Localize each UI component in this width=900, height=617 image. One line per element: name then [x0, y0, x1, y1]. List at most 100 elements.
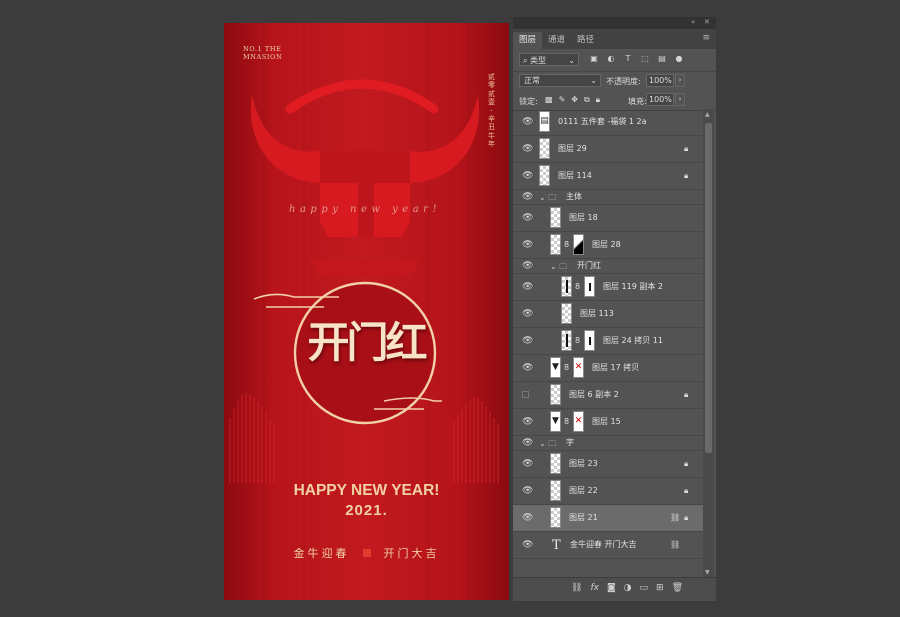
new-group-icon[interactable]: ▭ [640, 583, 649, 593]
layer-name[interactable]: 字 [566, 438, 574, 448]
folder-icon[interactable]: ⌄ 🗀︎ [550, 261, 567, 275]
fx-icon[interactable]: fx [590, 583, 599, 593]
layer-thumbnail[interactable]: ▤ [539, 111, 550, 132]
tab-channels[interactable]: 通道 [542, 32, 571, 49]
layer-thumbnail[interactable] [550, 480, 561, 501]
lock-artboard-icon[interactable]: ⧉ [584, 95, 590, 105]
eye-icon[interactable]: 👁︎ [522, 540, 533, 550]
layer-group-row[interactable]: 👁︎ ⌄ 🗀︎ 主体 [513, 190, 703, 205]
mask-link-icon[interactable]: 8 [564, 417, 569, 426]
layer-name[interactable]: 图层 24 拷贝 11 [603, 336, 663, 346]
layer-group-row[interactable]: 👁︎ ⌄ 🗀︎ 开门红 [513, 259, 703, 274]
layer-thumbnail[interactable] [539, 165, 550, 186]
layer-thumbnail[interactable] [550, 453, 561, 474]
layer-row[interactable]: 👁︎ 图层 18 [513, 205, 703, 232]
eye-icon[interactable]: 👁︎ [522, 261, 533, 271]
layer-thumbnail[interactable]: ▼ [550, 411, 561, 432]
scrollbar-thumb[interactable] [705, 123, 712, 453]
delete-layer-icon[interactable]: 🗑︎ [672, 583, 683, 593]
layer-thumbnail[interactable] [539, 138, 550, 159]
layer-thumbnail[interactable] [561, 330, 572, 351]
layer-thumbnail[interactable] [550, 234, 561, 255]
layer-name[interactable]: 图层 18 [569, 213, 598, 223]
layer-name[interactable]: 图层 119 副本 2 [603, 282, 663, 292]
layer-row[interactable]: 👁︎ ▼ 8 ✕ 图层 15 [513, 409, 703, 436]
blend-mode-select[interactable]: 正常 ⌄ [519, 74, 601, 87]
pixel-filter-icon[interactable]: ▣ [589, 54, 599, 63]
filter-kind-select[interactable]: ⌕ 类型 ⌄ [519, 53, 579, 66]
layer-thumbnail[interactable] [561, 303, 572, 324]
layer-name[interactable]: 图层 17 拷贝 [592, 363, 639, 373]
layer-row[interactable]: 👁︎ 图层 29 🔒︎ [513, 136, 703, 163]
shape-filter-icon[interactable]: ⬚ [640, 54, 650, 63]
type-filter-icon[interactable]: T [623, 54, 633, 63]
layer-name[interactable]: 图层 22 [569, 486, 598, 496]
layer-thumbnail[interactable]: ▼ [550, 357, 561, 378]
lock-transparent-icon[interactable]: ▩ [545, 95, 553, 105]
layer-thumbnail[interactable] [550, 207, 561, 228]
layer-mask-thumbnail[interactable] [584, 276, 595, 297]
layer-name[interactable]: 主体 [566, 192, 582, 202]
eye-icon[interactable]: 👁︎ [522, 171, 533, 181]
eye-icon[interactable]: 👁︎ [522, 513, 533, 523]
scroll-down-icon[interactable]: ▼ [705, 569, 710, 576]
eye-icon[interactable]: 👁︎ [522, 240, 533, 250]
layer-row[interactable]: 👁︎ 8 图层 119 副本 2 [513, 274, 703, 301]
eye-icon[interactable]: 👁︎ [522, 486, 533, 496]
layer-name[interactable]: 0111 五件套 -福袋 1 2a [558, 117, 647, 127]
eye-icon[interactable]: 👁︎ [522, 363, 533, 373]
eye-icon[interactable]: 👁︎ [522, 438, 533, 448]
layer-row[interactable]: 👁︎ 图层 21 ⛓ 🔒︎ [513, 505, 703, 532]
adjustment-layer-icon[interactable]: ◑ [624, 583, 632, 593]
layer-name[interactable]: 金牛迎春 开门大吉 [570, 540, 637, 550]
visibility-off-box[interactable] [522, 391, 529, 398]
layer-name[interactable]: 图层 29 [558, 144, 587, 154]
layer-row[interactable]: 👁︎ 8 图层 24 拷贝 11 [513, 328, 703, 355]
new-layer-icon[interactable]: ⊞ [656, 583, 664, 593]
eye-icon[interactable]: 👁︎ [522, 459, 533, 469]
close-icon[interactable]: ✕ [704, 18, 710, 26]
mask-link-icon[interactable]: 8 [564, 363, 569, 372]
mask-link-icon[interactable]: 8 [564, 240, 569, 249]
scroll-up-icon[interactable]: ▲ [705, 111, 710, 118]
layer-row[interactable]: 👁︎ 图层 23 🔒︎ [513, 451, 703, 478]
eye-icon[interactable]: 👁︎ [522, 117, 533, 127]
layer-thumbnail[interactable] [550, 384, 561, 405]
opacity-dropdown-icon[interactable]: › [675, 74, 685, 87]
layer-name[interactable]: 图层 114 [558, 171, 592, 181]
lock-position-icon[interactable]: ✥ [571, 95, 578, 105]
layer-mask-thumbnail[interactable]: ✕ [573, 411, 584, 432]
smart-object-filter-icon[interactable]: ▤ [657, 54, 667, 63]
link-layers-icon[interactable]: ⛓ [571, 583, 582, 593]
eye-icon[interactable]: 👁︎ [522, 336, 533, 346]
layer-row[interactable]: 👁︎ 图层 114 🔒︎ [513, 163, 703, 190]
add-mask-icon[interactable]: ◙ [607, 583, 616, 593]
layer-name[interactable]: 图层 113 [580, 309, 614, 319]
panel-menu-icon[interactable]: ≡ [702, 33, 710, 43]
eye-icon[interactable]: 👁︎ [522, 213, 533, 223]
layer-thumbnail[interactable] [561, 276, 572, 297]
tab-paths[interactable]: 路径 [571, 32, 600, 49]
eye-icon[interactable]: 👁︎ [522, 282, 533, 292]
mask-link-icon[interactable]: 8 [575, 282, 580, 291]
eye-icon[interactable]: 👁︎ [522, 144, 533, 154]
tab-layers[interactable]: 图层 [513, 32, 543, 49]
layer-mask-thumbnail[interactable]: ✕ [573, 357, 584, 378]
collapse-icon[interactable]: « [691, 18, 695, 26]
layer-list-scrollbar[interactable]: ▲ ▼ [703, 109, 714, 579]
adjustment-filter-icon[interactable]: ◐ [606, 54, 616, 63]
layer-group-row[interactable]: 👁︎ ⌄ 🗀︎ 字 [513, 436, 703, 451]
lock-all-icon[interactable]: 🔒︎ [596, 95, 600, 105]
mask-link-icon[interactable]: 8 [575, 336, 580, 345]
fill-field[interactable]: 100% [646, 93, 674, 106]
layer-row[interactable]: 👁︎ T 金牛迎春 开门大吉 ⛓ [513, 532, 703, 559]
layer-name[interactable]: 图层 28 [592, 240, 621, 250]
layer-name[interactable]: 图层 6 副本 2 [569, 390, 619, 400]
opacity-field[interactable]: 100% [646, 74, 674, 87]
layer-row[interactable]: 👁︎ 8 图层 28 [513, 232, 703, 259]
layer-name[interactable]: 图层 21 [569, 513, 598, 523]
layer-row[interactable]: 👁︎ 图层 22 🔒︎ [513, 478, 703, 505]
folder-icon[interactable]: ⌄ 🗀︎ [539, 192, 556, 206]
eye-icon[interactable]: 👁︎ [522, 417, 533, 427]
eye-icon[interactable]: 👁︎ [522, 309, 533, 319]
